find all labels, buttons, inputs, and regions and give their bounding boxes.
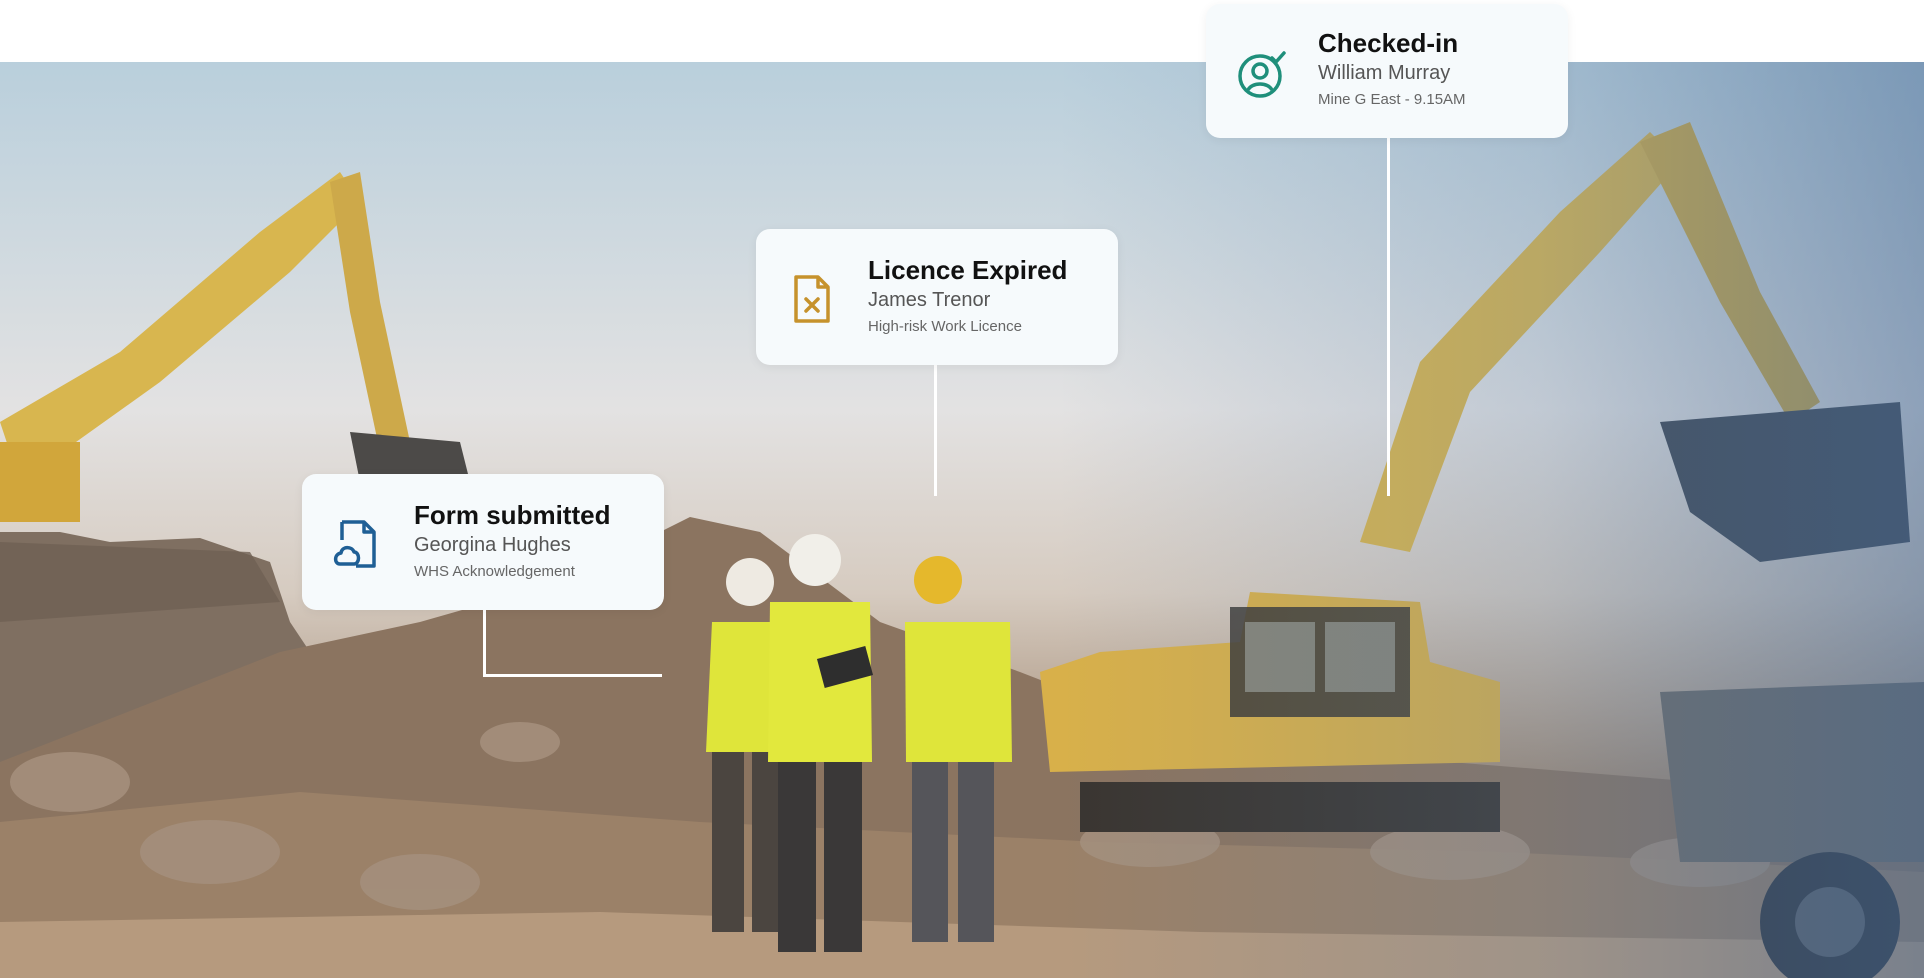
document-cloud-icon	[332, 518, 384, 570]
card-title: Form submitted	[414, 500, 611, 530]
hero-tint-overlay	[0, 62, 1924, 978]
connector-form-submitted-horizontal	[483, 674, 662, 677]
licence-expired-card[interactable]: Licence Expired James Trenor High-risk W…	[756, 229, 1118, 365]
card-person-name: William Murray	[1318, 62, 1451, 84]
card-detail: Mine G East - 9.15AM	[1318, 91, 1466, 108]
user-check-icon	[1236, 48, 1288, 100]
top-bar	[0, 0, 1924, 62]
card-title: Licence Expired	[868, 255, 1068, 285]
card-title: Checked-in	[1318, 28, 1459, 58]
card-detail: High-risk Work Licence	[868, 318, 1022, 335]
connector-form-submitted-vertical	[483, 609, 486, 677]
card-detail: WHS Acknowledgement	[414, 563, 575, 580]
card-person-name: Georgina Hughes	[414, 534, 571, 556]
document-x-icon	[786, 273, 838, 325]
form-submitted-card[interactable]: Form submitted Georgina Hughes WHS Ackno…	[302, 474, 664, 610]
checked-in-card[interactable]: Checked-in William Murray Mine G East - …	[1206, 4, 1568, 138]
hero-image	[0, 62, 1924, 978]
connector-licence-expired	[934, 364, 937, 496]
connector-checked-in	[1387, 138, 1390, 496]
card-person-name: James Trenor	[868, 289, 991, 311]
